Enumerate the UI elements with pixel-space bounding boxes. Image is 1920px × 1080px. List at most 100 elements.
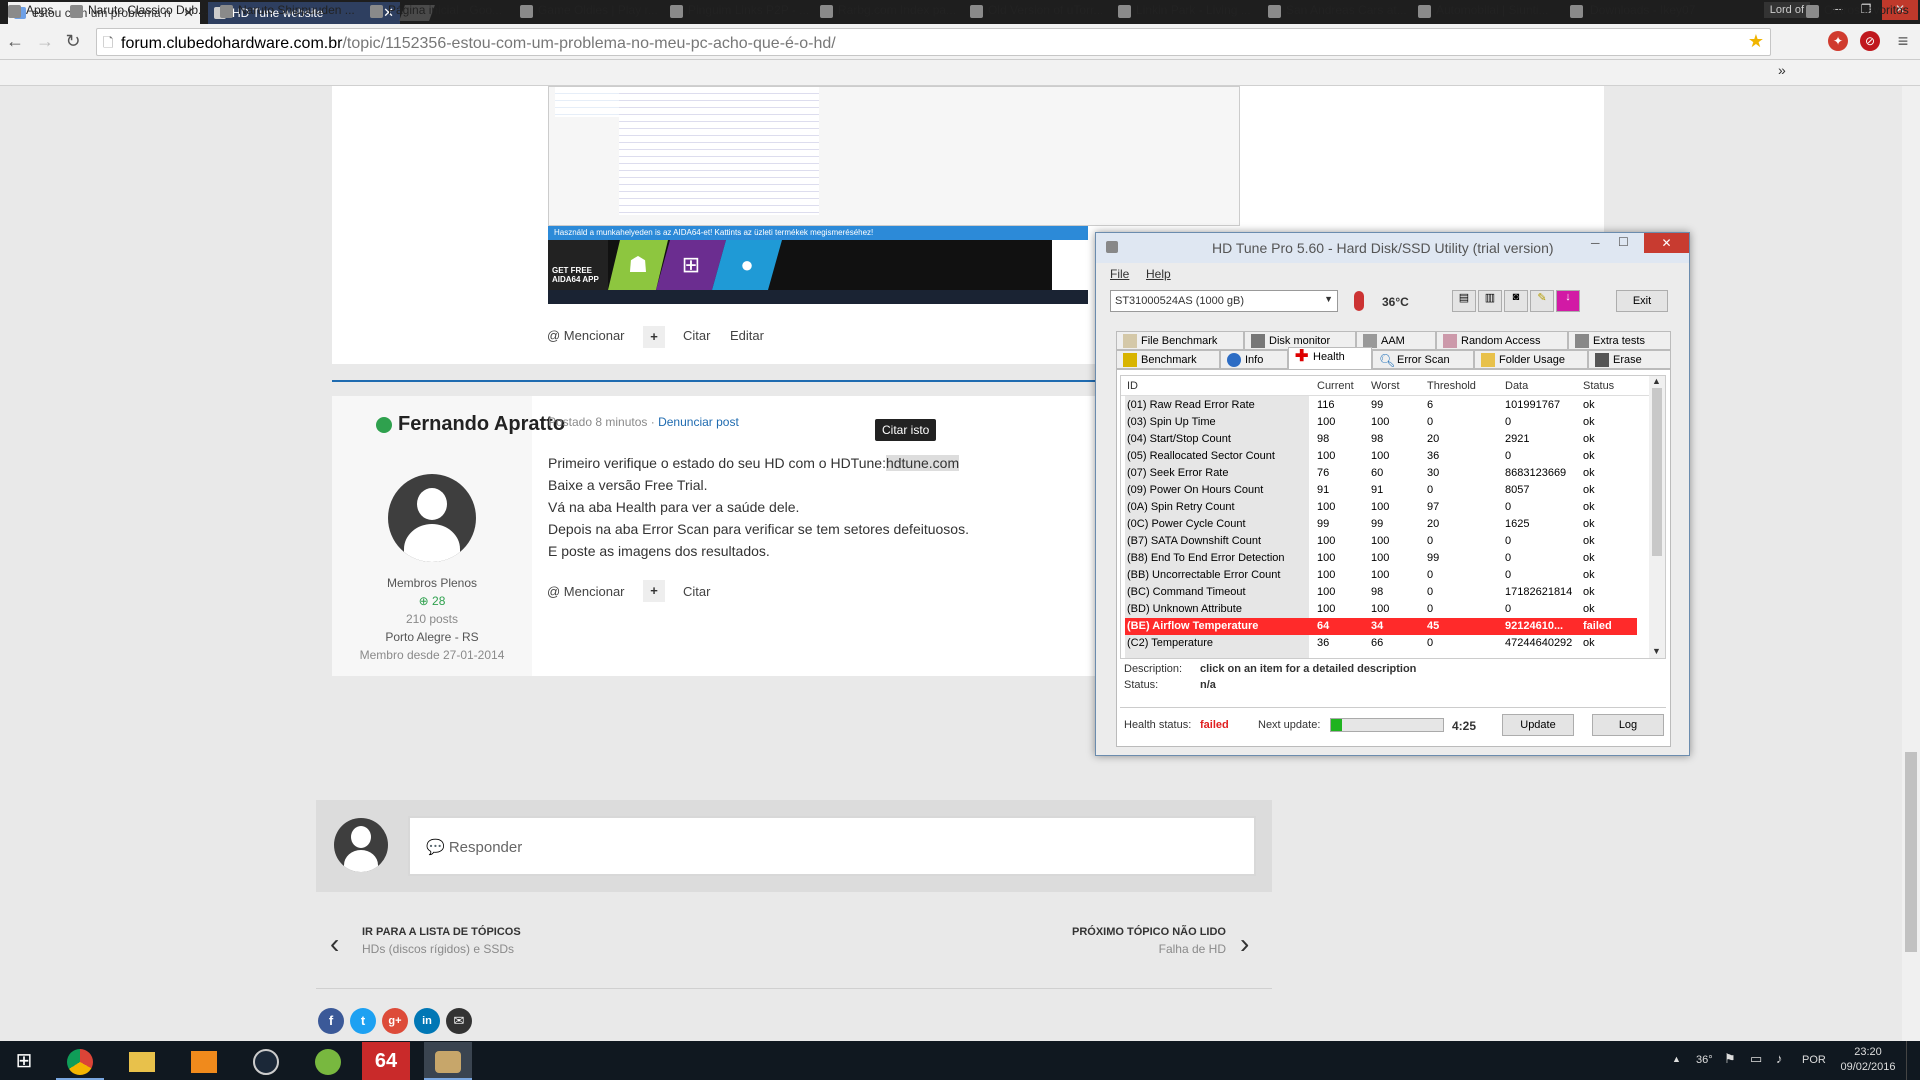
tray-app-icon[interactable]: ⚑ — [1724, 1051, 1736, 1067]
chevron-left-icon[interactable]: ‹ — [330, 928, 339, 960]
bookmark-star-icon[interactable]: ★ — [1748, 31, 1764, 52]
smart-row[interactable]: (B7) SATA Downshift Count 100 100 0 0 ok — [1125, 533, 1637, 550]
hdtune-titlebar[interactable]: HD Tune Pro 5.60 - Hard Disk/SSD Utility… — [1096, 233, 1689, 263]
prev-topic-label[interactable]: IR PARA A LISTA DE TÓPICOS — [362, 926, 521, 938]
chevron-right-icon[interactable]: › — [1240, 928, 1249, 960]
bookmark-item[interactable]: Rarbg.com Index pa... — [820, 3, 956, 18]
aida64-icon[interactable]: 64 — [362, 1042, 410, 1080]
smart-row[interactable]: (BC) Command Timeout 100 98 0 17182621814 ok — [1125, 584, 1637, 601]
update-button[interactable]: Update — [1502, 714, 1574, 736]
multiquote-button[interactable]: + — [643, 580, 665, 602]
reply-input[interactable]: 💬 Responder — [408, 816, 1256, 876]
chrome-icon[interactable] — [56, 1042, 104, 1080]
tray-temperature[interactable]: 36° — [1696, 1054, 1713, 1066]
hdtune-minimize-button[interactable]: ─ — [1591, 236, 1600, 250]
bookmark-item[interactable]: Downloads - Ikey07 — [1570, 3, 1695, 18]
options-icon[interactable]: ✎ — [1530, 290, 1554, 312]
report-post-link[interactable]: Denunciar post — [658, 415, 739, 429]
bookmark-item[interactable]: Old Version of uTorr... — [970, 3, 1103, 18]
hdtune-taskbar-icon[interactable] — [424, 1042, 472, 1080]
log-button[interactable]: Log — [1592, 714, 1664, 736]
smart-row[interactable]: (04) Start/Stop Count 98 98 20 2921 ok — [1125, 431, 1637, 448]
hdtune-link[interactable]: hdtune.com — [885, 455, 960, 471]
tray-chevron-icon[interactable]: ▲ — [1672, 1054, 1681, 1064]
tab-error-scan[interactable]: 🔍︎ Error Scan — [1372, 350, 1474, 369]
author-name[interactable]: Fernando Apratto — [398, 413, 565, 436]
utorrent-icon[interactable] — [304, 1042, 352, 1080]
page-info-icon[interactable]: 🗋 — [103, 34, 113, 56]
smart-row[interactable]: (BE) Airflow Temperature 64 34 45 92124610..… — [1125, 618, 1637, 635]
language-indicator[interactable]: POR — [1802, 1054, 1826, 1066]
prev-topic-sub[interactable]: HDs (discos rígidos) e SSDs — [362, 942, 514, 956]
hdtune-close-button[interactable]: ✕ — [1644, 233, 1689, 253]
smart-row[interactable]: (01) Raw Read Error Rate 116 99 6 101991767 o… — [1125, 397, 1637, 414]
multiquote-button[interactable]: + — [643, 326, 665, 348]
bookmark-item[interactable]: Naruto Classico Dub... — [70, 3, 208, 18]
scrollbar-thumb[interactable] — [1905, 752, 1917, 952]
menu-icon[interactable]: ≡ — [1892, 30, 1914, 52]
bookmark-item[interactable]: Naruto Shippuuden ... — [220, 3, 355, 18]
table-scroll-thumb[interactable] — [1652, 388, 1662, 556]
more-bookmarks-button[interactable]: » — [1778, 62, 1786, 78]
scroll-down-icon[interactable]: ▼ — [1652, 646, 1661, 656]
steam-icon[interactable] — [242, 1042, 290, 1080]
file-explorer-icon[interactable] — [118, 1042, 166, 1080]
col-worst[interactable]: Worst — [1371, 380, 1400, 392]
address-bar[interactable]: 🗋 forum.clubedohardware.com.br/topic/115… — [96, 28, 1771, 56]
smart-row[interactable]: (C2) Temperature 36 66 0 47244640292 ok — [1125, 635, 1637, 652]
url-text[interactable]: forum.clubedohardware.com.br/topic/11523… — [121, 35, 836, 53]
edit-button[interactable]: Editar — [730, 328, 764, 343]
bookmark-apps[interactable]: Apps — [8, 3, 53, 18]
mention-button[interactable]: @ Mencionar — [547, 584, 625, 599]
avatar[interactable] — [388, 474, 476, 562]
bookmark-item[interactable]: San Andreas Cars at... — [1268, 3, 1407, 18]
tab-health[interactable]: ✚ Health — [1288, 347, 1372, 369]
smart-row[interactable]: (0A) Spin Retry Count 100 100 97 0 ok — [1125, 499, 1637, 516]
screenshot-icon[interactable]: ◙ — [1504, 290, 1528, 312]
download-icon[interactable]: ↓ — [1556, 290, 1580, 312]
profile-name[interactable]: Lord of — [1763, 2, 1810, 18]
col-threshold[interactable]: Threshold — [1427, 380, 1476, 392]
col-data[interactable]: Data — [1505, 380, 1528, 392]
google-plus-icon[interactable]: g+ — [382, 1008, 408, 1034]
mention-button[interactable]: @ Mencionar — [547, 328, 625, 343]
smart-row[interactable]: (B8) End To End Error Detection 100 100 99 0… — [1125, 550, 1637, 567]
facebook-icon[interactable]: f — [318, 1008, 344, 1034]
volume-icon[interactable]: ♪ — [1776, 1051, 1783, 1066]
bookmark-item[interactable]: Game Oldies | Play r... — [520, 3, 658, 18]
menu-help[interactable]: Help — [1146, 267, 1171, 281]
copy-screen-icon[interactable]: ▥ — [1478, 290, 1502, 312]
tab-erase[interactable]: Erase — [1588, 350, 1671, 369]
next-topic-sub[interactable]: Falha de HD — [1026, 942, 1226, 956]
smart-row[interactable]: (BD) Unknown Attribute 100 100 0 0 ok — [1125, 601, 1637, 618]
col-status[interactable]: Status — [1583, 380, 1614, 392]
media-player-icon[interactable] — [180, 1042, 228, 1080]
tab-folder-usage[interactable]: Folder Usage — [1474, 350, 1588, 369]
extension-icon[interactable]: ✦ — [1828, 31, 1848, 51]
smart-row[interactable]: (BB) Uncorrectable Error Count 100 100 0 0 ok — [1125, 567, 1637, 584]
network-icon[interactable]: ▭ — [1750, 1051, 1762, 1067]
linkedin-icon[interactable]: in — [414, 1008, 440, 1034]
scroll-up-icon[interactable]: ▲ — [1652, 376, 1661, 386]
other-bookmarks-folder[interactable]: Outros favoritos — [1806, 3, 1909, 18]
tab-file-benchmark[interactable]: File Benchmark — [1116, 331, 1244, 350]
show-desktop-button[interactable] — [1906, 1041, 1920, 1080]
quote-button[interactable]: Citar — [683, 328, 710, 343]
start-windows-icon[interactable]: ⊞ — [0, 1042, 48, 1080]
smart-row[interactable]: (07) Seek Error Rate 76 60 30 8683123669 ok — [1125, 465, 1637, 482]
smart-row[interactable]: (03) Spin Up Time 100 100 0 0 ok — [1125, 414, 1637, 431]
bookmark-item[interactable]: Linkin Park - Living ... — [1118, 3, 1251, 18]
tab-random-access[interactable]: Random Access — [1436, 331, 1568, 350]
back-icon[interactable]: ← — [4, 30, 26, 52]
col-current[interactable]: Current — [1317, 380, 1354, 392]
tab-info[interactable]: Info — [1220, 350, 1288, 369]
smart-row[interactable]: (0C) Power Cycle Count 99 99 20 1625 ok — [1125, 516, 1637, 533]
menu-file[interactable]: File — [1110, 267, 1129, 281]
reload-icon[interactable]: ↻ — [62, 30, 84, 52]
tab-benchmark[interactable]: Benchmark — [1116, 350, 1220, 369]
smart-row[interactable]: (09) Power On Hours Count 91 91 0 8057 ok — [1125, 482, 1637, 499]
table-scrollbar[interactable]: ▲ ▼ — [1649, 376, 1665, 658]
adblock-icon[interactable]: ⊘ — [1860, 31, 1880, 51]
twitter-icon[interactable]: t — [350, 1008, 376, 1034]
clock[interactable]: 23:20 09/02/2016 — [1838, 1045, 1898, 1075]
